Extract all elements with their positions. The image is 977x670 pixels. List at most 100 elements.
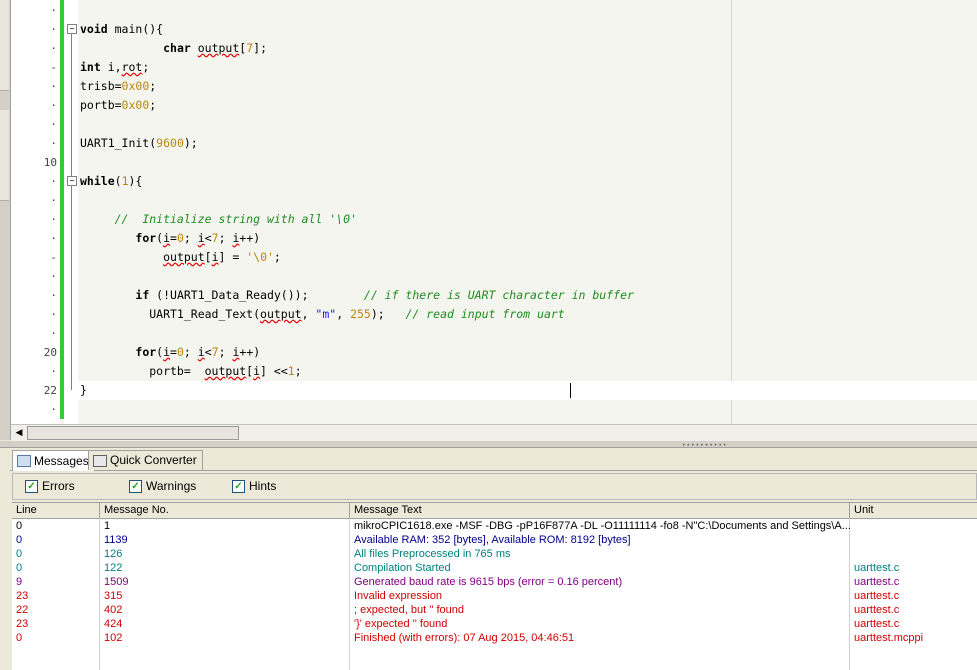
cell-text: Available RAM: 352 [bytes], Available RO… — [354, 534, 631, 546]
line-number: · — [50, 213, 57, 226]
warnings-checkbox[interactable]: ✓ Warnings — [129, 478, 196, 494]
code-line[interactable]: trisb=0x00; — [80, 77, 156, 96]
code-line[interactable]: UART1_Init(9600); — [80, 134, 198, 153]
line-number: · — [50, 4, 57, 17]
code-line[interactable]: output[i] = '\0'; — [80, 248, 281, 267]
cell-line: 22 — [16, 604, 29, 616]
cell-unit: uarttest.c — [854, 590, 900, 602]
cell-unit: uarttest.c — [854, 604, 900, 616]
line-number: · — [50, 270, 57, 283]
cell-no: 126 — [104, 548, 123, 560]
cell-line: 0 — [16, 632, 23, 644]
code-line[interactable]: char output[7]; — [80, 39, 267, 58]
scroll-left-arrow-icon[interactable]: ◀ — [13, 427, 25, 439]
code-editor[interactable]: · · void main(){ · char output[7]; - int i,ro… — [11, 0, 977, 424]
column-header-line[interactable]: Line — [12, 503, 100, 518]
line-number: · — [50, 289, 57, 302]
line-number: · — [50, 99, 57, 112]
tab-quick-converter[interactable]: Quick Converter — [88, 450, 203, 470]
cell-no: 1509 — [104, 576, 129, 588]
cell-line: 23 — [16, 618, 29, 630]
column-header-unit[interactable]: Unit — [850, 503, 977, 518]
messages-table: Line Message No. Message Text Unit 0 1 mik… — [12, 502, 977, 670]
line-number: · — [50, 42, 57, 55]
cell-no: 424 — [104, 618, 123, 630]
code-line[interactable]: int i,rot; — [80, 58, 149, 77]
table-row[interactable]: 23 424 '}' expected '' found uarttest.c — [12, 617, 977, 631]
dock-tab-middle[interactable] — [0, 110, 9, 201]
hints-checkbox[interactable]: ✓ Hints — [232, 478, 276, 494]
cell-line: 0 — [16, 562, 23, 574]
cell-unit — [850, 547, 977, 561]
cell-line: 0 — [16, 548, 23, 560]
table-row[interactable]: 22 402 ; expected, but '' found uarttest.c — [12, 603, 977, 617]
errors-checkbox[interactable]: ✓ Errors — [25, 478, 75, 494]
warnings-label: Warnings — [146, 479, 197, 493]
cell-unit: uarttest.c — [854, 618, 900, 630]
panel-tabs: Messages Quick Converter — [10, 450, 977, 471]
cell-no: 315 — [104, 590, 123, 602]
line-number: · — [50, 308, 57, 321]
line-number: · — [50, 365, 57, 378]
right-margin-line — [731, 0, 732, 424]
code-line[interactable]: portb= output[i] <<1; — [80, 362, 301, 381]
cell-text: Finished (with errors): 07 Aug 2015, 04:… — [354, 632, 575, 644]
line-number: · — [50, 194, 57, 207]
cell-unit: uarttest.c — [854, 562, 900, 574]
line-number: · — [50, 118, 57, 131]
line-number: · — [50, 232, 57, 245]
cell-no: 122 — [104, 562, 123, 574]
line-number: · — [50, 403, 57, 416]
code-line[interactable]: void main(){ — [80, 20, 163, 39]
column-header-message-text[interactable]: Message Text — [350, 503, 850, 518]
code-line[interactable]: portb=0x00; — [80, 96, 156, 115]
editor-horizontal-scrollbar[interactable]: ◀ — [11, 424, 977, 441]
code-line[interactable]: for(i=0; i<7; i++) — [80, 343, 260, 362]
table-header: Line Message No. Message Text Unit — [12, 503, 977, 519]
fold-toggle-while[interactable]: − — [67, 176, 77, 186]
cell-text: ; expected, but '' found — [354, 604, 464, 616]
code-line[interactable]: } — [80, 381, 87, 400]
dock-tab-top[interactable] — [0, 0, 9, 91]
cell-text: Invalid expression — [354, 590, 443, 602]
panel-splitter[interactable]: •••••••••• — [0, 441, 977, 449]
code-line[interactable]: if (!UART1_Data_Ready()); // if there is… — [80, 286, 634, 305]
cell-no: 1 — [104, 520, 111, 532]
cell-unit: uarttest.c — [854, 576, 900, 588]
check-icon: ✓ — [129, 479, 142, 493]
tab-messages-label: Messages — [34, 453, 89, 468]
cell-text: Compilation Started — [354, 562, 451, 574]
table-row[interactable]: 9 1509 Generated baud rate is 9615 bps (er… — [12, 575, 977, 589]
table-row[interactable]: 0 122 Compilation Started uarttest.c — [12, 561, 977, 575]
check-icon: ✓ — [25, 479, 38, 493]
scroll-thumb[interactable] — [27, 426, 239, 440]
code-line[interactable]: for(i=0; i<7; i++) — [80, 229, 260, 248]
table-row[interactable]: 23 315 Invalid expression uarttest.c — [12, 589, 977, 603]
column-header-message-no[interactable]: Message No. — [100, 503, 350, 518]
fold-toggle-main[interactable]: − — [67, 24, 77, 34]
line-number: 22 — [43, 384, 57, 397]
line-number: · — [50, 175, 57, 188]
cell-line: 0 — [16, 520, 23, 532]
text-caret — [570, 383, 571, 398]
left-dock-strip — [0, 0, 11, 440]
cell-line: 0 — [16, 534, 23, 546]
cell-no: 1139 — [104, 534, 128, 546]
line-number: · — [50, 23, 57, 36]
table-row[interactable]: 0 1139 Available RAM: 352 [bytes], Availab… — [12, 533, 977, 547]
tab-messages[interactable]: Messages — [12, 450, 95, 471]
cell-no: 102 — [104, 632, 123, 644]
code-line[interactable]: // Initialize string with all '\0' — [80, 210, 357, 229]
line-number: 20 — [43, 346, 57, 359]
line-number: - — [50, 251, 57, 264]
code-line[interactable]: while(1){ — [80, 172, 142, 191]
line-number: · — [50, 327, 57, 340]
code-line[interactable]: UART1_Read_Text(output, "m", 255); // re… — [80, 305, 564, 324]
fold-guide-main — [71, 34, 72, 390]
message-filter-bar: ✓ Errors ✓ Warnings ✓ Hints — [12, 473, 977, 500]
check-icon: ✓ — [232, 479, 245, 493]
table-row[interactable]: 0 126 All files Preprocessed in 765 ms — [12, 547, 977, 561]
table-row[interactable]: 0 1 mikroCPIC1618.exe -MSF -DBG -pP16F877A… — [12, 519, 977, 533]
table-row[interactable]: 0 102 Finished (with errors): 07 Aug 2015,… — [12, 631, 977, 645]
cell-text: Generated baud rate is 9615 bps (error =… — [354, 576, 623, 588]
